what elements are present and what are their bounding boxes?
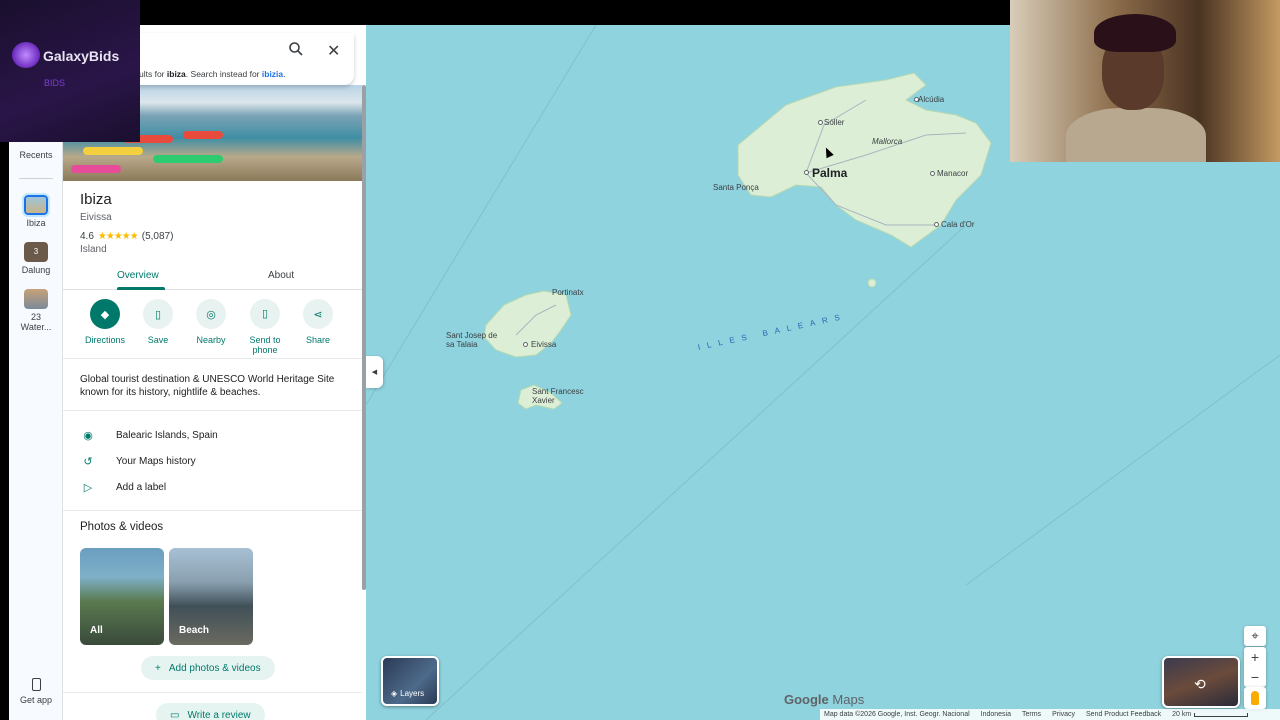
action-buttons: ◆ Directions ▯ Save ◎ Nearby ▯ Send to phone… bbox=[79, 299, 349, 359]
photo-all[interactable]: All bbox=[80, 548, 164, 645]
layers-icon: ◈ bbox=[391, 689, 398, 698]
phone-icon bbox=[31, 678, 41, 691]
my-location-button[interactable]: ⌖ bbox=[1244, 626, 1266, 646]
presenter-hair bbox=[1094, 14, 1176, 52]
soller-dot bbox=[818, 120, 823, 125]
layers-button[interactable]: ◈ Layers bbox=[381, 656, 439, 706]
zoom-controls: + − bbox=[1244, 647, 1266, 687]
star-rating-icon: ★★★★★ bbox=[97, 231, 139, 242]
map-label-alcudia[interactable]: Alcúdia bbox=[918, 95, 944, 104]
map-attribution: Map data ©2026 Google, Inst. Geogr. Naci… bbox=[824, 711, 970, 718]
footer-link-privacy[interactable]: Privacy bbox=[1052, 711, 1075, 718]
water-thumbnail bbox=[24, 289, 48, 309]
map-label-palma[interactable]: Palma bbox=[812, 166, 847, 180]
zoom-out-button[interactable]: − bbox=[1244, 667, 1266, 687]
info-maps-history[interactable]: ↺ Your Maps history bbox=[80, 455, 195, 468]
footer-link-indonesia[interactable]: Indonesia bbox=[981, 711, 1011, 718]
divider bbox=[63, 692, 362, 693]
panel-scrollbar[interactable] bbox=[362, 85, 366, 590]
footer-link-terms[interactable]: Terms bbox=[1022, 711, 1041, 718]
map-label-soller[interactable]: Sóller bbox=[824, 118, 844, 127]
caret-left-icon: ◀ bbox=[371, 369, 378, 376]
tab-about[interactable]: About bbox=[268, 270, 294, 281]
place-rating[interactable]: 4.6 ★★★★★ (5,087) bbox=[80, 231, 173, 242]
rail-item-dalung[interactable]: 3 Dalung bbox=[9, 242, 63, 275]
history-icon: ↺ bbox=[83, 456, 93, 468]
map-label-manacor[interactable]: Manacor bbox=[937, 169, 968, 178]
location-pin-icon: ◉ bbox=[83, 430, 93, 442]
footer-link-feedback[interactable]: Send Product Feedback bbox=[1086, 711, 1161, 718]
map-label-mallorca[interactable]: Mallorca bbox=[872, 137, 902, 146]
divider bbox=[63, 358, 362, 359]
zoom-in-button[interactable]: + bbox=[1244, 647, 1266, 667]
divider bbox=[63, 510, 362, 511]
rotate-icon: ⟲ bbox=[1194, 676, 1206, 692]
review-count[interactable]: (5,087) bbox=[142, 231, 174, 242]
tab-indicator bbox=[117, 287, 165, 290]
directions-icon: ◆ bbox=[90, 299, 120, 329]
info-add-label[interactable]: ▷ Add a label bbox=[80, 481, 166, 494]
save-button[interactable]: ▯ Save bbox=[130, 299, 186, 345]
eivissa-dot bbox=[523, 342, 528, 347]
map-footer: Map data ©2026 Google, Inst. Geogr. Naci… bbox=[820, 709, 1280, 720]
place-tabs: Overview About bbox=[63, 265, 362, 290]
map-label-santa-ponca[interactable]: Santa Ponça bbox=[713, 183, 759, 192]
search-suggestion: ults for ibiza. Search instead for ibizi… bbox=[139, 69, 286, 79]
send-to-phone-icon: ▯ bbox=[250, 299, 280, 329]
rail-item-ibiza[interactable]: Ibiza bbox=[9, 193, 63, 228]
presenter-body bbox=[1066, 108, 1206, 162]
map-label-cala-dor[interactable]: Cala d'Or bbox=[941, 220, 975, 229]
photo-beach[interactable]: Beach bbox=[169, 548, 253, 645]
place-subtitle: Eivissa bbox=[80, 212, 112, 223]
rail-item-23-water[interactable]: 23 Water... bbox=[9, 289, 63, 332]
palma-dot bbox=[804, 170, 809, 175]
map-scale[interactable]: 20 km bbox=[1172, 711, 1249, 718]
write-review-button[interactable]: ▭ Write a review bbox=[156, 703, 265, 720]
place-title: Ibiza bbox=[80, 191, 112, 208]
share-icon: ⋖ bbox=[303, 299, 333, 329]
map-label-portinatx[interactable]: Portinatx bbox=[552, 288, 584, 297]
pegman-button[interactable] bbox=[1244, 687, 1266, 709]
nearby-button[interactable]: ◎ Nearby bbox=[183, 299, 239, 345]
info-address[interactable]: ◉ Balearic Islands, Spain bbox=[80, 429, 218, 442]
brand-overlay: GalaxyBids BIDS bbox=[0, 0, 140, 142]
directions-button[interactable]: ◆ Directions bbox=[77, 299, 133, 345]
pegman-icon bbox=[1251, 691, 1259, 705]
street-view-preview[interactable]: ⟲ bbox=[1162, 656, 1240, 708]
label-icon: ▷ bbox=[83, 482, 93, 494]
add-photos-button[interactable]: + Add photos & videos bbox=[141, 656, 275, 680]
collapse-panel-button[interactable]: ◀ bbox=[366, 356, 383, 388]
divider bbox=[63, 410, 362, 411]
google-maps-logo: Google Maps bbox=[784, 692, 865, 707]
share-button[interactable]: ⋖ Share bbox=[290, 299, 346, 345]
photos-section-title: Photos & videos bbox=[80, 521, 164, 533]
crosshair-icon: ⌖ bbox=[1251, 628, 1259, 643]
rail-separator bbox=[19, 178, 53, 179]
manacor-dot bbox=[930, 171, 935, 176]
search-icon[interactable] bbox=[289, 42, 303, 56]
map-label-sant-josep[interactable]: Sant Josep de sa Talaia bbox=[446, 331, 498, 349]
rail-get-app[interactable]: Get app bbox=[9, 678, 63, 705]
send-to-phone-button[interactable]: ▯ Send to phone bbox=[237, 299, 293, 355]
webcam-overlay bbox=[1010, 0, 1280, 162]
tab-overview[interactable]: Overview bbox=[117, 270, 159, 281]
place-type: Island bbox=[80, 244, 107, 255]
search-instead-link[interactable]: ibizia bbox=[262, 69, 283, 79]
brand-name: GalaxyBids bbox=[43, 48, 120, 64]
place-description: Global tourist destination & UNESCO Worl… bbox=[80, 374, 335, 398]
nearby-icon: ◎ bbox=[196, 299, 226, 329]
review-icon: ▭ bbox=[170, 709, 180, 720]
left-rail: Recents Ibiza 3 Dalung 23 Water... Get a… bbox=[9, 142, 63, 720]
bookmark-icon: ▯ bbox=[143, 299, 173, 329]
dalung-thumbnail: 3 bbox=[24, 242, 48, 262]
ibiza-thumbnail bbox=[22, 193, 50, 217]
map-label-sant-francesc[interactable]: Sant Francesc Xavier bbox=[532, 387, 592, 405]
plus-icon: + bbox=[155, 662, 161, 674]
cala-dor-dot bbox=[934, 222, 939, 227]
galaxybids-logo-icon bbox=[12, 42, 40, 68]
close-icon[interactable]: ✕ bbox=[327, 41, 340, 61]
map-label-eivissa[interactable]: Eivissa bbox=[531, 340, 556, 349]
brand-tag: BIDS bbox=[44, 78, 66, 88]
rail-recents[interactable]: Recents bbox=[9, 150, 63, 160]
